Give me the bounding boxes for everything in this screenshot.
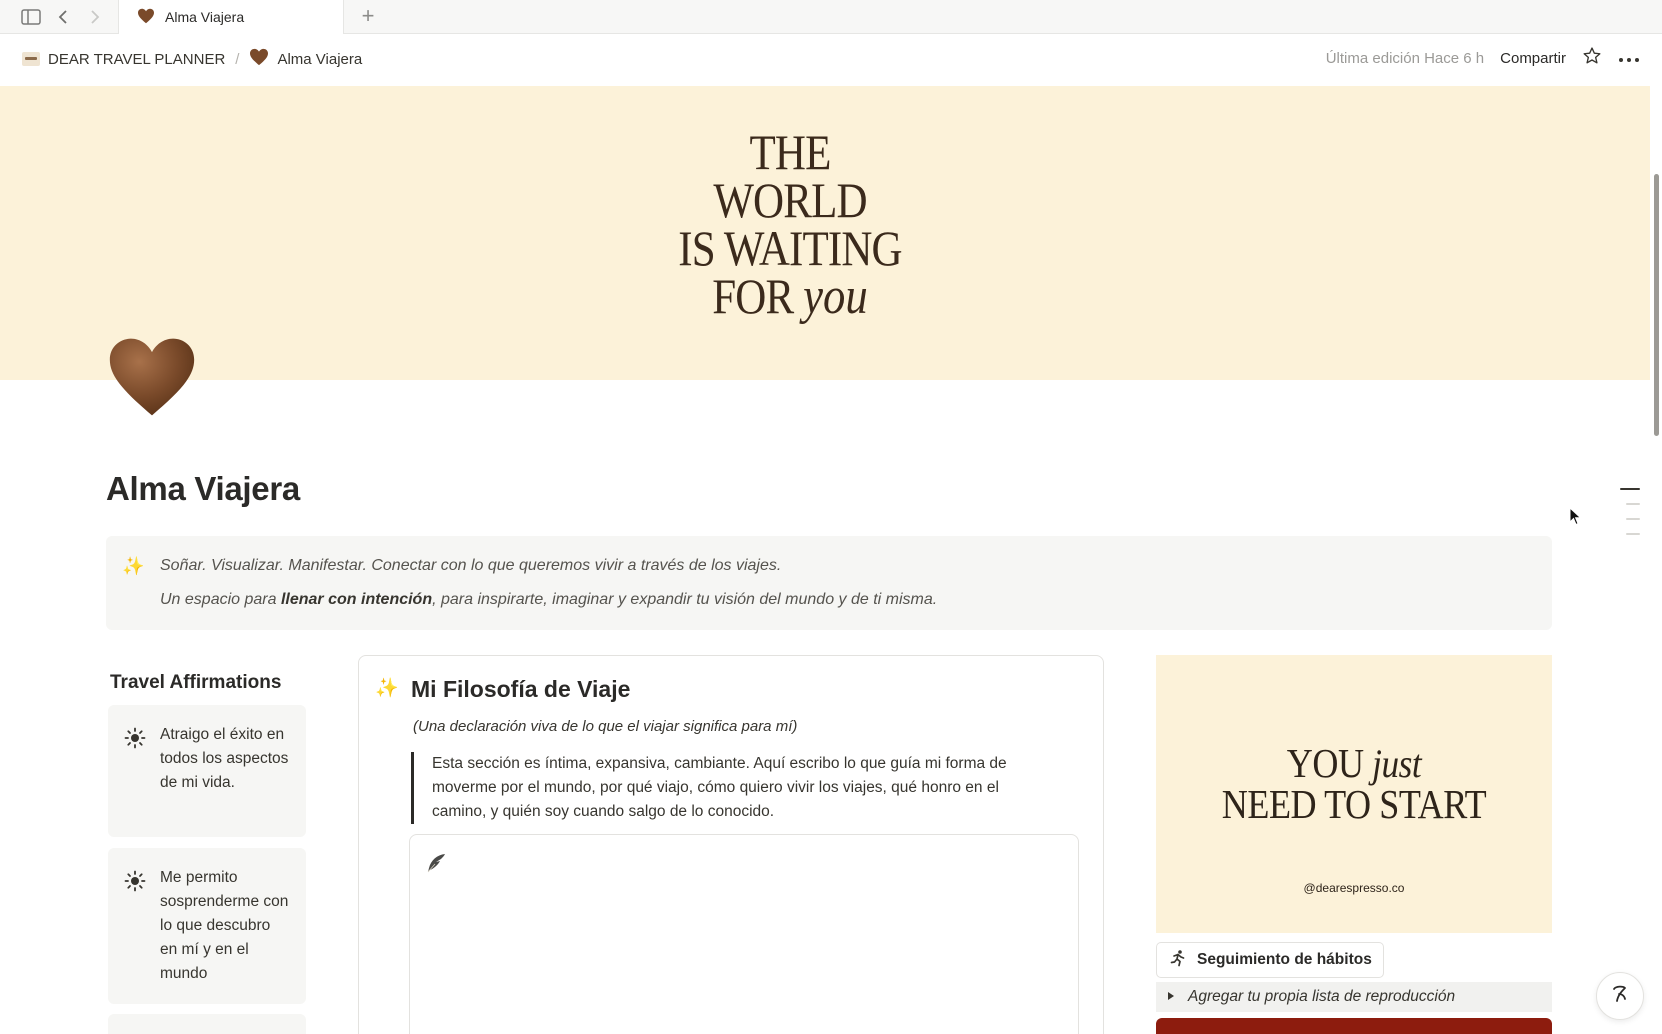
breadcrumb-separator: /	[235, 50, 240, 68]
toggle-triangle-icon[interactable]	[1166, 988, 1176, 1006]
workspace-logo-icon	[22, 52, 40, 66]
cover-line: THE	[749, 124, 831, 180]
browser-tab-bar: Alma Viajera +	[0, 0, 1662, 34]
motivation-script-word: just	[1372, 741, 1422, 786]
red-image-block[interactable]	[1156, 1018, 1552, 1034]
affirmations-heading: Travel Affirmations	[110, 672, 282, 693]
motivation-image[interactable]: YOU just NEED TO START @dearespresso.co	[1156, 655, 1552, 933]
tab-alma-viajera[interactable]: Alma Viajera	[118, 0, 344, 34]
feather-quill-icon	[424, 851, 448, 880]
affirmation-card[interactable]: Me permito sosprenderme con lo que descu…	[108, 848, 306, 1004]
playlist-toggle[interactable]: Agregar tu propia lista de reproducción	[1156, 982, 1552, 1012]
last-edited-text: Última edición Hace 6 h	[1325, 49, 1485, 67]
philosophy-card: ✨ Mi Filosofía de Viaje (Una declaración…	[358, 655, 1104, 1034]
cover-line: WORLD	[713, 172, 867, 228]
cover-line-word: FOR	[712, 268, 794, 324]
sun-icon	[124, 870, 146, 892]
callout-text-line2: Un espacio para llenar con intención, pa…	[160, 591, 937, 609]
notion-ai-button[interactable]	[1596, 972, 1644, 1020]
tab-label: Alma Viajera	[165, 9, 245, 25]
sun-icon	[124, 727, 146, 749]
mouse-cursor-icon	[1569, 506, 1583, 532]
habit-tracker-button[interactable]: Seguimiento de hábitos	[1156, 942, 1384, 978]
habit-tracker-label: Seguimiento de hábitos	[1197, 951, 1372, 968]
philosophy-writing-box[interactable]	[409, 834, 1079, 1034]
motivation-line: NEED TO START	[1221, 781, 1487, 827]
scrollbar-thumb[interactable]	[1654, 174, 1659, 436]
page-scrollbar[interactable]	[1650, 86, 1662, 1034]
sparkles-icon: ✨	[122, 556, 145, 576]
more-options-icon[interactable]	[1618, 50, 1640, 67]
cover-line: FOR you	[661, 271, 919, 323]
page-header-bar: DEAR TRAVEL PLANNER / Alma Viajera Últim…	[0, 34, 1662, 86]
callout-bold-text: llenar con intención	[280, 591, 433, 608]
callout-text-line1: Soñar. Visualizar. Manifestar. Conectar …	[160, 557, 782, 574]
breadcrumb-workspace[interactable]: DEAR TRAVEL PLANNER	[48, 51, 225, 68]
philosophy-title[interactable]: Mi Filosofía de Viaje	[411, 676, 630, 703]
forward-arrow-icon[interactable]	[84, 5, 106, 29]
back-arrow-icon[interactable]	[52, 5, 74, 29]
intro-callout: ✨ Soñar. Visualizar. Manifestar. Conecta…	[106, 536, 1552, 630]
philosophy-quote[interactable]: Esta sección es íntima, expansiva, cambi…	[411, 752, 1051, 824]
callout-text: Un espacio para	[160, 591, 281, 608]
table-of-contents-indicator[interactable]	[1620, 488, 1640, 548]
cover-script-word: you	[803, 268, 868, 325]
cover-artwork-text: THE WORLD IS WAITING FOR you	[661, 124, 919, 323]
motivation-handle: @dearespresso.co	[1303, 881, 1405, 895]
star-icon[interactable]	[1582, 46, 1602, 70]
breadcrumb-page[interactable]: Alma Viajera	[277, 51, 362, 68]
playlist-toggle-label: Agregar tu propia lista de reproducción	[1188, 988, 1456, 1005]
callout-text: , para inspirarte, imaginar y expandir t…	[432, 591, 938, 608]
brown-heart-icon	[137, 8, 155, 27]
page-title[interactable]: Alma Viajera	[106, 470, 300, 508]
ai-assistant-icon	[1607, 981, 1633, 1012]
motivation-line: YOU just	[1180, 743, 1528, 784]
sidebar-toggle-icon[interactable]	[18, 5, 44, 29]
share-button[interactable]: Compartir	[1500, 50, 1566, 67]
cover-line: IS WAITING	[678, 220, 902, 276]
motivation-word: YOU	[1286, 740, 1364, 786]
page-icon-brown-heart[interactable]	[106, 332, 198, 422]
breadcrumb: DEAR TRAVEL PLANNER / Alma Viajera	[22, 48, 362, 70]
philosophy-subtitle[interactable]: (Una declaración viva de lo que el viaja…	[413, 718, 797, 735]
sparkles-icon: ✨	[375, 678, 399, 699]
affirmation-text: Atraigo el éxito en todos los aspectos d…	[160, 726, 289, 791]
brown-heart-icon	[249, 48, 269, 70]
motivation-artwork-text: YOU just NEED TO START	[1180, 743, 1528, 827]
running-person-icon	[1169, 949, 1187, 972]
new-tab-plus-icon[interactable]: +	[356, 3, 380, 28]
affirmation-card[interactable]	[108, 1014, 306, 1034]
page-cover-image[interactable]: THE WORLD IS WAITING FOR you	[0, 86, 1650, 380]
affirmation-text: Me permito sosprenderme con lo que descu…	[160, 869, 289, 982]
affirmation-card[interactable]: Atraigo el éxito en todos los aspectos d…	[108, 705, 306, 837]
